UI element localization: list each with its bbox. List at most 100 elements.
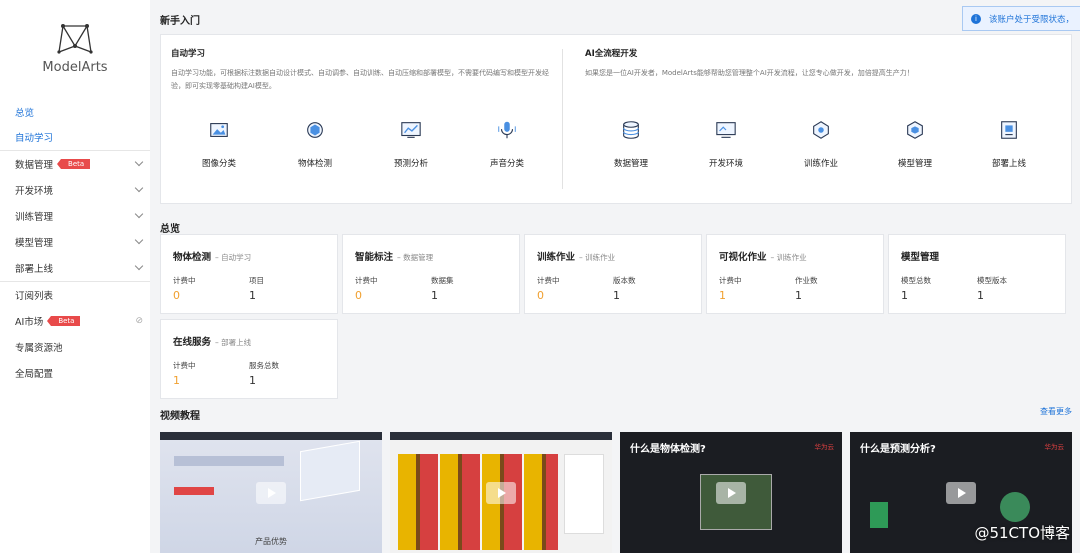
metric-value: 1: [249, 289, 256, 302]
full-process-title: AI全流程开发: [585, 49, 638, 59]
video-thumbnail-image-label[interactable]: [390, 432, 612, 553]
icon-label: 预测分析: [393, 159, 428, 169]
logo[interactable]: ModelArts: [0, 0, 150, 100]
watermark: @51CTO博客: [974, 524, 1070, 542]
video-caption: 什么是预测分析?: [860, 444, 936, 455]
deploy-link[interactable]: 部署上线: [979, 119, 1039, 170]
chevron-down-icon: [134, 183, 144, 193]
card-title: 模型管理: [901, 249, 943, 263]
video-thumbnail-object-detection[interactable]: 什么是物体检测? 华为云: [620, 432, 842, 553]
metric-billing: 计费中 1: [719, 275, 742, 302]
metric-billing: 计费中 1: [173, 360, 196, 387]
metric-label: 服务总数: [249, 361, 279, 370]
sidebar-item-training[interactable]: 训练管理: [0, 203, 150, 229]
sidebar-item-label: 专属资源池: [15, 343, 63, 354]
model-management-link[interactable]: 模型管理: [885, 119, 945, 170]
sidebar-item-label: 开发环境: [15, 186, 54, 197]
metric-value: 1: [901, 289, 908, 302]
sidebar-item-data-management[interactable]: 数据管理 Beta: [0, 151, 150, 177]
overview-card-visualization-job[interactable]: 可视化作业 – 训练作业 计费中 1 作业数 1: [706, 234, 884, 314]
restricted-notice[interactable]: i 该账户处于受限状态，: [962, 6, 1080, 31]
metric-label: 数据集: [431, 276, 454, 285]
icon-label: 部署上线: [991, 159, 1026, 169]
card-title-text: 可视化作业: [719, 252, 767, 263]
card-title-text: 模型管理: [901, 252, 940, 263]
metric-label: 计费中: [355, 276, 378, 285]
thumb-panel: [564, 454, 604, 534]
beta-badge: Beta: [56, 159, 91, 169]
sidebar-item-global-config[interactable]: 全局配置: [0, 360, 150, 386]
thumb-illustration: [300, 440, 360, 502]
data-management-link[interactable]: 数据管理: [601, 119, 661, 170]
overview-card-smart-label[interactable]: 智能标注 – 数据管理 计费中 0 数据集 1: [342, 234, 520, 314]
image-classification-link[interactable]: 图像分类: [189, 119, 249, 170]
metric-projects: 项目 1: [249, 275, 264, 302]
sidebar-item-auto-learning[interactable]: 自动学习: [0, 124, 150, 150]
sidebar-item-overview[interactable]: 总览: [0, 100, 150, 124]
sidebar: ModelArts 总览 自动学习 数据管理 Beta 开发环境 训练管理 模型管…: [0, 0, 150, 553]
object-detection-link[interactable]: 物体检测: [285, 119, 345, 170]
metric-label: 模型总数: [901, 276, 931, 285]
training-job-link[interactable]: 训练作业: [791, 119, 851, 170]
metric-label: 计费中: [173, 361, 196, 370]
overview-card-training-job[interactable]: 训练作业 – 训练作业 计费中 0 版本数 1: [524, 234, 702, 314]
overview-card-model-management[interactable]: 模型管理 模型总数 1 模型版本 1: [888, 234, 1066, 314]
sidebar-item-label: AI市场: [15, 317, 44, 328]
card-title: 可视化作业 – 训练作业: [719, 249, 807, 263]
metric-label: 计费中: [537, 276, 560, 285]
video-thumbnail-obs[interactable]: 产品优势: [160, 432, 382, 553]
deploy-icon: [1001, 121, 1017, 139]
view-more-link[interactable]: 查看更多: [1040, 406, 1072, 417]
main-content: 新手入门 i 该账户处于受限状态， 自动学习 自动学习功能，可根据标注数据自动设…: [160, 0, 1080, 553]
full-process-desc: 如果您是一位AI开发者，ModelArts能够帮助您管理整个AI开发流程，让您专…: [585, 69, 914, 77]
database-icon: [623, 121, 639, 139]
sidebar-item-model-management[interactable]: 模型管理: [0, 229, 150, 255]
metric-value: 1: [795, 289, 802, 302]
icon-label: 声音分类: [489, 159, 524, 169]
sound-classification-link[interactable]: 声音分类: [477, 119, 537, 170]
icon-label: 图像分类: [201, 159, 236, 169]
metric-label: 版本数: [613, 276, 636, 285]
metric-jobs: 作业数 1: [795, 275, 818, 302]
card-title-text: 智能标注: [355, 252, 394, 263]
auto-learning-desc: 自动学习功能，可根据标注数据自动设计模式、自动调参、自动训练、自动压缩和部署模型…: [171, 69, 549, 90]
play-icon: [716, 481, 746, 504]
metric-value: 1: [719, 289, 726, 302]
metric-label: 模型版本: [977, 276, 1007, 285]
sidebar-item-dev-env[interactable]: 开发环境: [0, 177, 150, 203]
overview-card-online-service[interactable]: 在线服务 – 部署上线 计费中 1 服务总数 1: [160, 319, 338, 399]
metric-model-versions: 模型版本 1: [977, 275, 1007, 302]
sidebar-item-subscriptions[interactable]: 订阅列表: [0, 282, 150, 308]
play-icon: [256, 481, 286, 504]
sidebar-item-label: 总览: [15, 108, 35, 119]
metric-versions: 版本数 1: [613, 275, 636, 302]
prediction-analysis-link[interactable]: 预测分析: [381, 119, 441, 170]
sidebar-item-label: 模型管理: [15, 238, 54, 249]
auto-learning-title: 自动学习: [171, 49, 206, 59]
sidebar-item-resource-pool[interactable]: 专属资源池: [0, 334, 150, 360]
sidebar-item-deploy[interactable]: 部署上线: [0, 255, 150, 281]
metric-value: 1: [431, 289, 438, 302]
training-icon: [813, 121, 829, 139]
sidebar-item-label: 自动学习: [15, 133, 54, 144]
card-title-text: 物体检测: [173, 252, 212, 263]
metric-billing: 计费中 0: [173, 275, 196, 302]
metric-label: 作业数: [795, 276, 818, 285]
thumb-api-icon: [1000, 492, 1030, 522]
card-title: 物体检测 – 自动学习: [173, 249, 251, 263]
card-title: 在线服务 – 部署上线: [173, 334, 251, 348]
card-subtitle: – 数据管理: [397, 253, 434, 262]
chevron-down-icon: [134, 157, 144, 167]
microphone-icon: [498, 121, 516, 139]
card-subtitle: – 部署上线: [215, 338, 252, 347]
overview-card-object-detection[interactable]: 物体检测 – 自动学习 计费中 0 项目 1: [160, 234, 338, 314]
thumb-button: [174, 487, 214, 495]
thumb-flower-grid: [398, 454, 558, 550]
chevron-down-icon: [134, 261, 144, 271]
icon-label: 开发环境: [708, 159, 743, 169]
card-title-text: 在线服务: [173, 337, 212, 348]
metric-billing: 计费中 0: [537, 275, 560, 302]
card-subtitle: – 自动学习: [215, 253, 252, 262]
dev-env-link[interactable]: 开发环境: [696, 119, 756, 170]
sidebar-item-ai-market[interactable]: AI市场 Beta ⊘: [0, 308, 150, 334]
